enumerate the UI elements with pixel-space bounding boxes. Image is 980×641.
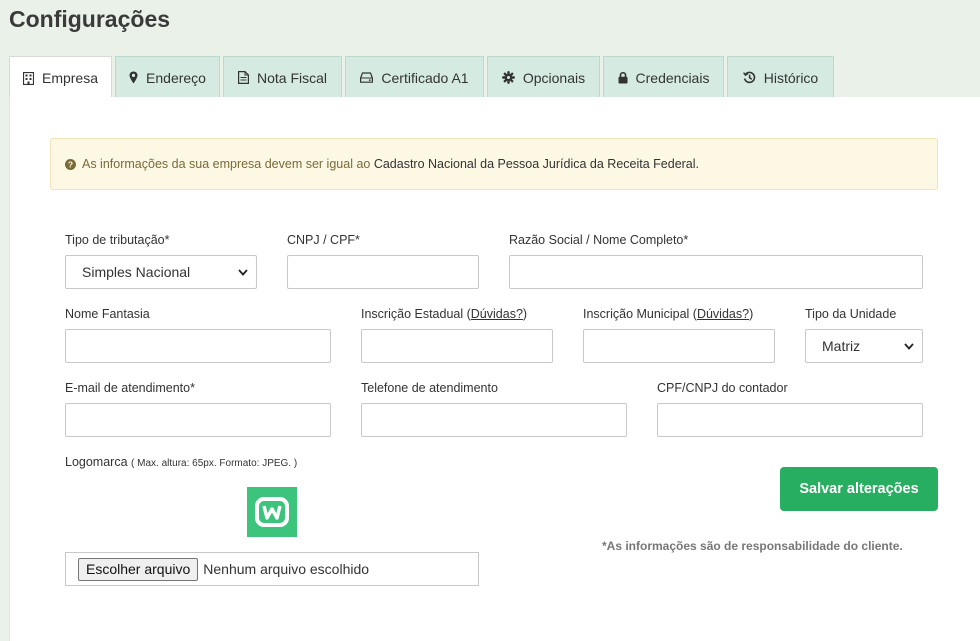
razao-social-field[interactable] [509,255,923,289]
tab-label: Endereço [146,69,206,86]
logo-file-input[interactable]: Escolher arquivo Nenhum arquivo escolhid… [65,552,479,586]
tab-endereco[interactable]: Endereço [115,56,220,98]
company-logo [247,487,297,537]
cnpj-field[interactable] [287,255,479,289]
tab-label: Opcionais [522,69,586,86]
duvidas-estadual-link[interactable]: Dúvidas? [471,307,523,321]
tab-label: Nota Fiscal [256,69,328,86]
chevron-down-icon [238,268,248,276]
contador-field[interactable] [657,403,923,437]
tab-opcionais[interactable]: Opcionais [487,56,600,98]
save-button[interactable]: Salvar alterações [780,467,938,511]
email-field[interactable] [65,403,331,437]
nome-fantasia-field[interactable] [65,329,331,363]
logo-mark-icon [255,497,289,527]
document-icon [237,71,249,84]
tipo-tributacao-value: Simples Nacional [82,264,191,280]
question-circle-icon: ? [65,158,76,170]
inscricao-estadual-suffix: ) [522,307,528,321]
building-icon [22,71,34,85]
logomarca-text: Logomarca [65,455,128,469]
alert-emphasis: Cadastro Nacional da Pessoa Jurídica da … [373,157,700,171]
razao-social-label: Razão Social / Nome Completo* [509,233,689,247]
inscricao-estadual-label: Inscrição Estadual (Dúvidas?) [361,307,527,321]
tab-bar: Empresa Endereço Nota Fiscal Certificado… [9,56,837,99]
contador-label: CPF/CNPJ do contador [657,381,788,395]
tab-historico[interactable]: Histórico [727,56,834,98]
gear-icon [501,71,515,84]
tab-credenciais[interactable]: Credenciais [603,56,724,98]
svg-text:?: ? [68,159,73,169]
drive-icon [360,72,374,83]
email-label: E-mail de atendimento* [65,381,195,395]
inscricao-municipal-text: Inscrição Municipal ( [583,307,697,321]
tipo-unidade-value: Matriz [822,338,861,354]
choose-file-button[interactable]: Escolher arquivo [78,557,199,581]
tipo-tributacao-label: Tipo de tributação* [65,233,170,247]
inscricao-estadual-text: Inscrição Estadual ( [361,307,471,321]
duvidas-municipal-link[interactable]: Dúvidas? [697,307,749,321]
chevron-down-icon [904,342,914,350]
responsibility-note: *As informações são de responsabilidade … [602,539,903,553]
file-status: Nenhum arquivo escolhido [203,561,370,577]
tab-panel-empresa: ? As informações da sua empresa devem se… [9,97,980,641]
cnpj-label: CNPJ / CPF* [287,233,360,247]
telefone-label: Telefone de atendimento [361,381,498,395]
tipo-tributacao-select[interactable]: Simples Nacional [65,255,257,289]
inscricao-estadual-field[interactable] [361,329,553,363]
tab-label: Histórico [763,69,819,86]
tab-label: Credenciais [635,69,710,86]
tab-label: Empresa [41,70,99,86]
telefone-field[interactable] [361,403,627,437]
tab-label: Certificado A1 [381,69,469,86]
logomarca-label: Logomarca ( Max. altura: 65px. Formato: … [65,455,297,469]
inscricao-municipal-suffix: ) [749,307,754,321]
info-alert: ? As informações da sua empresa devem se… [50,138,938,190]
page-title: Configurações [9,6,171,32]
history-icon [742,71,756,84]
tab-nota-fiscal[interactable]: Nota Fiscal [223,56,342,98]
tipo-unidade-label: Tipo da Unidade [805,307,897,321]
nome-fantasia-label: Nome Fantasia [65,307,150,321]
inscricao-municipal-label: Inscrição Municipal (Dúvidas?) [583,307,753,321]
tipo-unidade-select[interactable]: Matriz [805,329,923,363]
tab-certificado-a1[interactable]: Certificado A1 [345,56,484,98]
inscricao-municipal-field[interactable] [583,329,775,363]
lock-icon [618,71,628,84]
alert-text: As informações da sua empresa devem ser … [82,157,374,171]
map-marker-icon [129,71,138,84]
logomarca-hint: ( Max. altura: 65px. Formato: JPEG. ) [131,458,298,469]
tab-empresa[interactable]: Empresa [9,56,112,99]
